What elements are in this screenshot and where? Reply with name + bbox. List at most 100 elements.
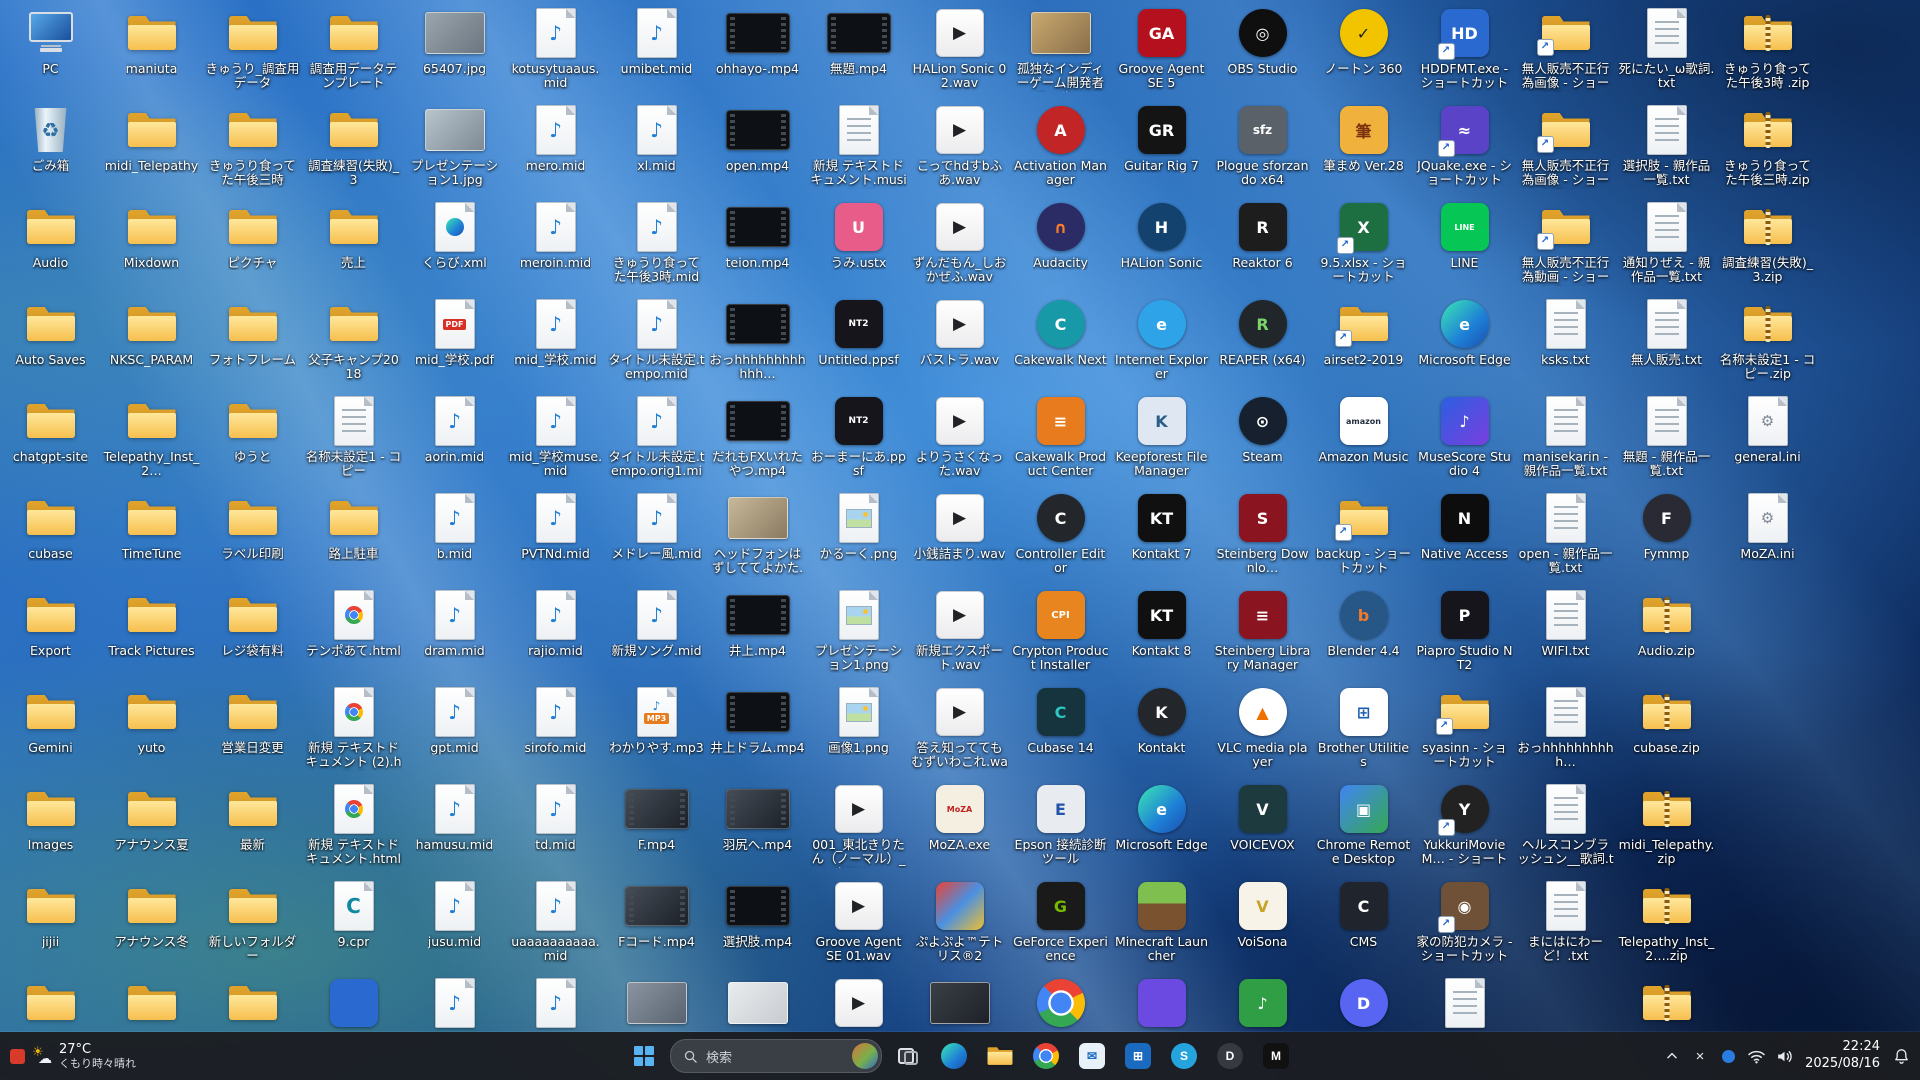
desktop-icon[interactable]: GGeForce Experience [1010,877,1111,974]
desktop-icon[interactable]: 無題 - 親作品一覧.txt [1616,392,1717,489]
desktop-icon[interactable]: GRGuitar Rig 7 [1111,101,1212,198]
desktop-icon[interactable]: KKontakt [1111,683,1212,780]
desktop-icon[interactable]: プレゼンテーション1.jpg [404,101,505,198]
desktop-icon[interactable] [202,974,303,1032]
desktop-icon[interactable]: ♪きゅうり食ってた午後3時.mid [606,198,707,295]
desktop-icon[interactable]: midi_Telepathy.zip [1616,780,1717,877]
desktop-icon[interactable]: ♪aorin.mid [404,392,505,489]
start-button[interactable] [624,1036,664,1076]
tray-close-icon[interactable]: × [1687,1042,1713,1070]
desktop-icon[interactable]: おっhhhhhhhhhhhh… [707,295,808,392]
desktop-icon[interactable]: open - 親作品一覧.txt [1515,489,1616,586]
desktop-icon[interactable]: ↗無人販売不正行為画像 - ショートカッ… [1515,4,1616,101]
desktop-icon[interactable] [303,974,404,1032]
desktop-icon[interactable]: 営業日変更 [202,683,303,780]
desktop-icon[interactable]: ♪xl.mid [606,101,707,198]
desktop-icon[interactable]: F.mp4 [606,780,707,877]
desktop-icon[interactable]: maniuta [101,4,202,101]
desktop-icon[interactable]: CCakewalk Next [1010,295,1111,392]
notification-bell-button[interactable] [1888,1042,1914,1070]
desktop-icon[interactable]: ♪uaaaaaaaaaa.mid [505,877,606,974]
desktop-icon[interactable]: 孤独なインディーゲーム開発者の一生… [1010,4,1111,101]
desktop-icon[interactable]: ▶HALion Sonic 02.wav [909,4,1010,101]
desktop-icon[interactable]: ♪新規ソング.mid [606,586,707,683]
desktop-icon[interactable]: ◎OBS Studio [1212,4,1313,101]
desktop-icon[interactable]: ♪タイトル未設定.tempo.orig1.mid [606,392,707,489]
desktop-icon[interactable]: Mixdown [101,198,202,295]
desktop-icon[interactable] [101,974,202,1032]
desktop-icon[interactable]: ▶ [808,974,909,1032]
search-input[interactable]: 検索 [670,1039,882,1073]
desktop-icon[interactable]: ♪mero.mid [505,101,606,198]
desktop-icon[interactable]: プレゼンテーション1.png [808,586,909,683]
desktop-icon[interactable]: 新規 テキストドキュメント (2).html [303,683,404,780]
desktop-icon[interactable]: テンポあて.html [303,586,404,683]
desktop-icon[interactable]: きゅうり_調査用データ [202,4,303,101]
desktop-icon[interactable]: EEpson 接続診断ツール [1010,780,1111,877]
desktop-icon[interactable]: くらび.xml [404,198,505,295]
desktop-icon[interactable]: bBlender 4.4 [1313,586,1414,683]
taskbar-file-explorer[interactable] [980,1036,1020,1076]
desktop-icon[interactable]: ♪ [1212,974,1313,1032]
desktop-icon[interactable]: chatgpt-site [0,392,101,489]
desktop-icon[interactable]: ksks.txt [1515,295,1616,392]
desktop-icon[interactable]: アナウンス冬 [101,877,202,974]
desktop-icon[interactable]: CController Editor [1010,489,1111,586]
desktop-icon[interactable]: ♪MuseScore Studio 4 [1414,392,1515,489]
desktop-icon[interactable]: 最新 [202,780,303,877]
desktop-icon[interactable]: ♪b.mid [404,489,505,586]
desktop-icon[interactable] [0,974,101,1032]
desktop-icon[interactable]: ▶Groove Agent SE 01.wav [808,877,909,974]
taskbar-task-view[interactable] [888,1036,928,1076]
desktop-icon[interactable]: NNative Access [1414,489,1515,586]
desktop-icon[interactable]: eInternet Explorer [1111,295,1212,392]
desktop-icon[interactable]: 名称未設定1 - コピー [303,392,404,489]
desktop-icon[interactable]: ⚙MoZA.ini [1717,489,1818,586]
desktop-icon[interactable]: 調査用データテンプレート [303,4,404,101]
desktop-icon[interactable]: NT2Untitled.ppsf [808,295,909,392]
desktop-icon[interactable]: Telepathy_Inst_2….zip [1616,877,1717,974]
desktop-icon[interactable]: Fコード.mp4 [606,877,707,974]
desktop-icon[interactable]: ♪メドレー風.mid [606,489,707,586]
desktop-icon[interactable]: Uうみ.ustx [808,198,909,295]
desktop-icon[interactable]: Audio.zip [1616,586,1717,683]
desktop-icon[interactable]: PPiapro Studio NT2 [1414,586,1515,683]
desktop-icon[interactable]: 65407.jpg [404,4,505,101]
desktop-icon[interactable]: かるーく.png [808,489,909,586]
desktop-icon[interactable]: ♻ごみ箱 [0,101,101,198]
desktop-icon[interactable]: 新規 テキストドキュメント.musicxml [808,101,909,198]
desktop-icon[interactable]: teion.mp4 [707,198,808,295]
desktop-icon[interactable]: Images [0,780,101,877]
desktop-icon[interactable]: ヘルスコンブラッシュン__歌詞.txt [1515,780,1616,877]
desktop-icon[interactable]: 調査練習(失敗)_3.zip [1717,198,1818,295]
desktop-icon[interactable]: ≈↗JQuake.exe - ショートカット [1414,101,1515,198]
desktop-icon[interactable]: LINELINE [1414,198,1515,295]
taskbar-microsoft-edge[interactable] [934,1036,974,1076]
desktop-icon[interactable]: ♪kotusytuaaus.mid [505,4,606,101]
desktop-icon[interactable]: ♪PVTNd.mid [505,489,606,586]
desktop-icon[interactable]: ぷよぷよ™テトリス®2 [909,877,1010,974]
desktop-icon[interactable]: ▶よりうさくなった.wav [909,392,1010,489]
desktop-icon[interactable]: きゅうり食ってた午後三時 [202,101,303,198]
desktop-icon[interactable]: 路上駐車 [303,489,404,586]
desktop-icon[interactable]: eMicrosoft Edge [1414,295,1515,392]
desktop-icon[interactable]: sfzPlogue sforzando x64 [1212,101,1313,198]
desktop-icon[interactable]: ≡Steinberg Library Manager [1212,586,1313,683]
desktop-icon[interactable]: ♪jusu.mid [404,877,505,974]
desktop-icon[interactable]: 羽尻へ.mp4 [707,780,808,877]
desktop-icon[interactable]: 新規 テキストドキュメント.html [303,780,404,877]
desktop-icon[interactable]: VVoiSona [1212,877,1313,974]
desktop-icon[interactable]: midi_Telepathy [101,101,202,198]
desktop-icon[interactable]: 調査練習(失敗)_3 [303,101,404,198]
desktop-icon[interactable]: だれもFXいれたやつ.mp4 [707,392,808,489]
desktop-icon[interactable]: 画像1.png [808,683,909,780]
desktop-icon[interactable]: ♪meroin.mid [505,198,606,295]
desktop-icon[interactable]: ヘッドフォンはずしててよかた.mp4 [707,489,808,586]
desktop-icon[interactable]: ▣Chrome Remote Desktop [1313,780,1414,877]
desktop-icon[interactable]: WIFI.txt [1515,586,1616,683]
desktop-icon[interactable]: CCMS [1313,877,1414,974]
tray-volume-icon[interactable] [1771,1042,1797,1070]
desktop-icon[interactable]: ♪dram.mid [404,586,505,683]
desktop-icon[interactable]: 無題.mp4 [808,4,909,101]
desktop-icon[interactable] [1414,974,1515,1032]
